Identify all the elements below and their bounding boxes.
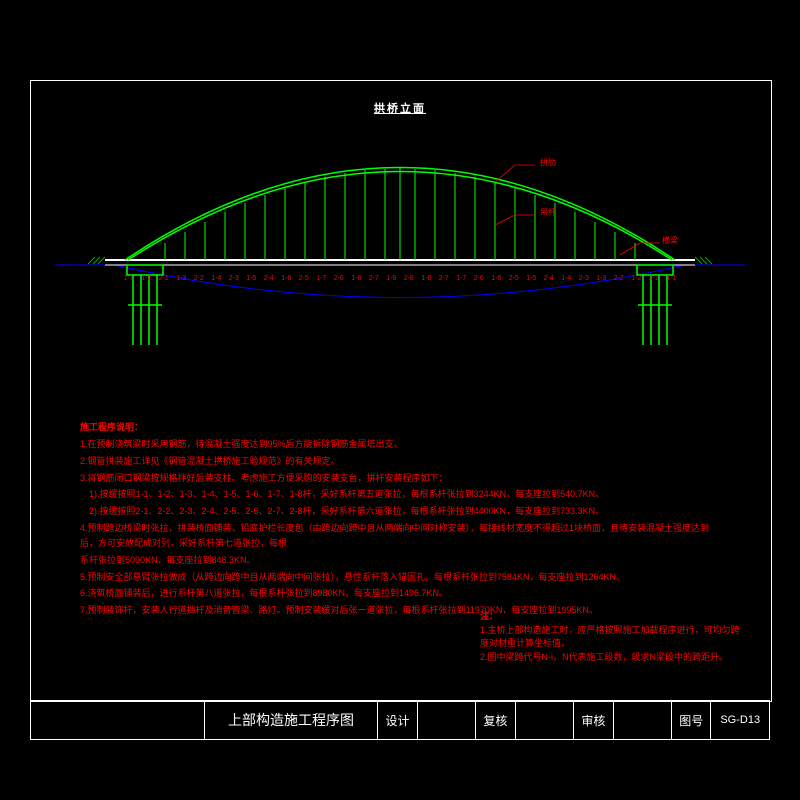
hanger-number: 1-3 [173, 275, 191, 282]
bridge-elevation [55, 115, 745, 345]
note-item: 4.预制跨边桥梁时张拉，拼装桥面铺装，铅底护栏长度包（由跨边向跨中且从两端向中间… [80, 521, 720, 551]
note-item: 2.钢管拼装施工详见《钢管混凝土拱桥施工验规范》的有关规定。 [80, 454, 720, 469]
title-block: 上部构造施工程序图 设计 复核 审核 图号 SG-D13 [30, 700, 770, 740]
hanger-number: 2-1 [645, 275, 663, 282]
hanger-number: 1-6 [278, 275, 296, 282]
hanger-number: 1-2 [138, 275, 156, 282]
hanger-number: 2-3 [225, 275, 243, 282]
note-item: 1.在预制浇筑梁时采用钢筋，待混凝土强度达到95%后方能拆除钢筋金属塔出支。 [80, 437, 720, 452]
side-note-header: 注： [480, 610, 740, 624]
tb-check-label: 复核 [476, 700, 515, 740]
hanger-number: 1-8 [348, 275, 366, 282]
annotation-beam: 横梁 [662, 235, 678, 246]
notes-header: 施工程序说明： [80, 420, 720, 435]
hanger-number: 2-8 [400, 275, 418, 282]
hanger-number: 1-6 [488, 275, 506, 282]
hanger-number: 1-9 [383, 275, 401, 282]
annotation-arch: 拱肋 [540, 157, 556, 168]
annotation-hanger: 吊杆 [540, 207, 556, 218]
hanger-number: 1-1 [120, 275, 138, 282]
tb-review-value [614, 700, 673, 740]
tb-sheet-value: SG-D13 [711, 700, 770, 740]
side-note-item: 2.图中梁跨代号N-i，N代表施工段数，段求N梁段中的跨距升。 [480, 651, 740, 665]
note-item: 系杆张拉到5090KN，每支座拉到848.3KN。 [80, 553, 720, 568]
tb-design-value [418, 700, 477, 740]
side-notes: 注： 1.主桥上部构造施工时，应严格按照施工加载程序进行，可均匀跨度对材重计算坐… [480, 610, 740, 664]
tb-review-label: 审核 [574, 700, 613, 740]
hanger-number: 2-7 [365, 275, 383, 282]
side-note-item: 1.主桥上部构造施工时，应严格按照施工加载程序进行，可均匀跨度对材重计算坐标值。 [480, 624, 740, 651]
cad-drawing-page: 拱桥立面 [0, 0, 800, 800]
hanger-number: 2-5 [505, 275, 523, 282]
hanger-number: 2-6 [330, 275, 348, 282]
hanger-number: 2-3 [575, 275, 593, 282]
tb-drawing-title: 上部构造施工程序图 [205, 700, 379, 740]
note-item: 6.浇筑桥面铺装后，进行系杆第八道张拉，每根系杆张拉到8980KN，每支座拉到1… [80, 586, 720, 601]
hanger-number: 2-4 [540, 275, 558, 282]
note-item: 1).按缓按照1-1、1-2、1-3、1-4、1-5、1-6、1-7、1-8杆，… [80, 487, 720, 502]
note-item: 5.预制安全部悬臂张拉做成（从跨边向跨中且从两端向中间张拉），悬性系杆落入锚固孔… [80, 570, 720, 585]
hanger-number: 2-1 [155, 275, 173, 282]
hanger-number: 1-8 [418, 275, 436, 282]
hanger-number: 1-7 [313, 275, 331, 282]
hanger-number: 1-2 [628, 275, 646, 282]
hanger-number: 1-4 [558, 275, 576, 282]
hanger-number: 1-3 [593, 275, 611, 282]
note-item: 2).按缓按照2-1、2-2、2-3、2-4、2-5、2-6、2-7、2-8杆，… [80, 504, 720, 519]
tb-design-label: 设计 [378, 700, 417, 740]
hanger-number-row: 1-11-22-11-32-21-42-31-52-41-62-51-72-61… [120, 275, 680, 282]
hanger-number: 2-7 [435, 275, 453, 282]
hanger-number: 1-7 [453, 275, 471, 282]
hanger-number: 1-4 [208, 275, 226, 282]
tb-sheet-label: 图号 [672, 700, 711, 740]
construction-notes: 施工程序说明： 1.在预制浇筑梁时采用钢筋，待混凝土强度达到95%后方能拆除钢筋… [80, 420, 720, 620]
drawing-title: 拱桥立面 [374, 100, 426, 116]
tb-blank [30, 700, 205, 740]
note-item: 3.将钢筋闭口钢梁按规格拌好后装支柱。考虑施工方便采购的安装支台，拼杆安装程序如… [80, 471, 720, 486]
tb-check-value [516, 700, 575, 740]
hanger-number: 2-4 [260, 275, 278, 282]
hanger-number: 1-5 [243, 275, 261, 282]
hanger-number: 2-2 [610, 275, 628, 282]
hanger-number: 2-6 [470, 275, 488, 282]
hanger-number: 2-2 [190, 275, 208, 282]
hanger-number: 2-5 [295, 275, 313, 282]
hanger-number: 1-5 [523, 275, 541, 282]
hanger-number: 1-1 [663, 275, 681, 282]
